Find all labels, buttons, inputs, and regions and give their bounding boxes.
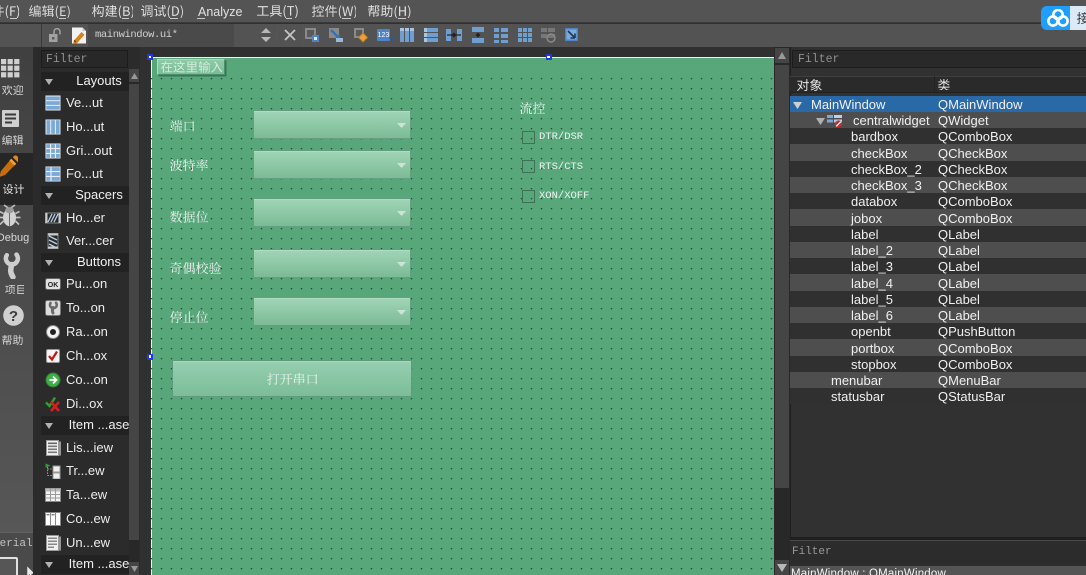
svg-text:OK: OK bbox=[48, 282, 59, 289]
svg-text:123: 123 bbox=[378, 32, 390, 39]
svg-text:?: ? bbox=[9, 308, 18, 325]
